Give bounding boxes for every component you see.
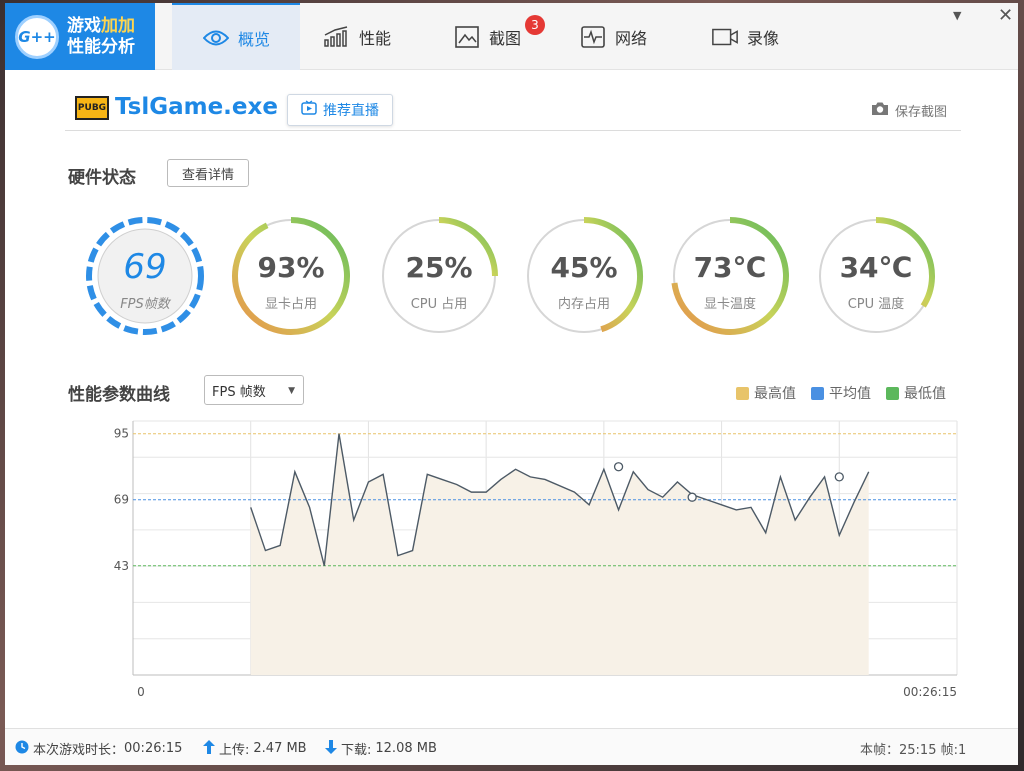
game-header: PUBG TslGame.exe 推荐直播 保存截图 bbox=[65, 91, 961, 131]
tab-screenshot[interactable]: 截图 bbox=[453, 3, 521, 70]
pulse-icon bbox=[579, 25, 607, 49]
tab-network-label: 网络 bbox=[615, 28, 648, 48]
legend-min-label: 最低值 bbox=[904, 386, 946, 402]
metric-select-value: FPS 帧数 bbox=[212, 384, 266, 400]
menu-dropdown-icon[interactable]: ▼ bbox=[953, 9, 961, 22]
arrow-down-icon bbox=[325, 739, 337, 758]
save-screenshot-button[interactable]: 保存截图 bbox=[871, 101, 947, 120]
fps-label: FPS帧数 bbox=[120, 297, 170, 312]
upload-value: 2.47 MB bbox=[253, 741, 307, 756]
x-tick-label-end: 00:26:15 bbox=[903, 685, 957, 699]
memory-usage-gauge: 45% 内存占用 bbox=[523, 215, 645, 337]
upload-stat: 上传: 2.47 MB bbox=[203, 739, 307, 758]
legend-avg: 平均值 bbox=[811, 383, 871, 403]
frame-info: 本帧：25:15 帧:1 bbox=[860, 743, 967, 758]
cpu-usage-label: CPU 占用 bbox=[410, 297, 468, 312]
arrow-up-icon bbox=[203, 739, 215, 758]
metric-select[interactable]: FPS 帧数 ▼ bbox=[204, 375, 304, 405]
x-tick-label-start: 0 bbox=[137, 685, 145, 699]
cpu-temp-gauge: 34℃ CPU 温度 bbox=[815, 215, 937, 337]
tab-recording[interactable]: 录像 bbox=[711, 3, 779, 70]
fps-line-chart: 95 69 43 0 00:26:15 bbox=[114, 420, 958, 699]
pubg-logo-icon: PUBG bbox=[75, 96, 109, 120]
app-window: G++ 游戏加加 性能分析 概览 性能 截图 3 网络 录像 ▼ ✕ PUBG … bbox=[5, 3, 1018, 765]
save-screenshot-label: 保存截图 bbox=[895, 105, 948, 120]
tab-overview[interactable]: 概览 bbox=[172, 3, 300, 70]
cpu-usage-value: 25% bbox=[405, 251, 473, 284]
logo-text: 游戏加加 性能分析 bbox=[67, 16, 135, 58]
eye-icon bbox=[202, 26, 230, 50]
hardware-status-title: 硬件状态 bbox=[68, 168, 136, 188]
app-logo: G++ 游戏加加 性能分析 bbox=[5, 3, 155, 70]
gpu-temp-label: 显卡温度 bbox=[703, 297, 756, 312]
logo-badge-icon: G++ bbox=[15, 14, 59, 59]
legend-avg-swatch bbox=[811, 386, 824, 400]
status-bar: 本次游戏时长： 00:26:15 上传: 2.47 MB 下载: 12.08 M… bbox=[5, 728, 1018, 765]
logo-line1-a: 游戏 bbox=[67, 15, 101, 36]
legend-min-swatch bbox=[886, 386, 899, 400]
clock-icon bbox=[15, 740, 29, 758]
data-marker bbox=[687, 492, 697, 502]
gpu-usage-value: 93% bbox=[257, 251, 325, 284]
data-marker bbox=[613, 462, 624, 472]
y-tick-label: 43 bbox=[114, 559, 129, 573]
cpu-temp-value: 34℃ bbox=[839, 251, 913, 284]
memory-usage-label: 内存占用 bbox=[557, 297, 610, 312]
y-tick-label: 95 bbox=[114, 427, 129, 441]
data-marker bbox=[834, 472, 844, 482]
tab-screenshot-label: 截图 bbox=[489, 28, 522, 48]
legend-avg-label: 平均值 bbox=[829, 386, 871, 402]
y-tick-label: 69 bbox=[114, 493, 129, 507]
legend-max: 最高值 bbox=[736, 383, 796, 403]
camera-icon bbox=[871, 101, 889, 120]
legend-max-label: 最高值 bbox=[754, 386, 796, 402]
recommend-live-button[interactable]: 推荐直播 bbox=[287, 94, 393, 126]
chart-legend: 最高值 平均值 最低值 bbox=[736, 383, 961, 403]
download-stat: 下载: 12.08 MB bbox=[325, 739, 437, 758]
cpu-temp-label: CPU 温度 bbox=[847, 297, 905, 312]
legend-max-swatch bbox=[736, 386, 749, 400]
video-camera-icon bbox=[711, 25, 739, 49]
gpu-usage-gauge: 93% 显卡占用 bbox=[230, 215, 352, 337]
play-time: 本次游戏时长： 00:26:15 bbox=[15, 739, 182, 758]
screenshot-count-badge: 3 bbox=[525, 15, 545, 35]
tv-icon bbox=[301, 100, 317, 120]
image-icon bbox=[453, 25, 481, 49]
close-icon[interactable]: ✕ bbox=[998, 5, 1013, 26]
chevron-down-icon: ▼ bbox=[288, 386, 295, 396]
bar-chart-icon bbox=[323, 25, 351, 49]
cpu-usage-gauge: 25% CPU 占用 bbox=[378, 215, 500, 337]
game-process-name: TslGame.exe bbox=[115, 94, 278, 120]
recommend-live-label: 推荐直播 bbox=[323, 103, 379, 119]
tab-recording-label: 录像 bbox=[747, 28, 780, 48]
logo-line1-b: 加加 bbox=[101, 15, 135, 36]
gpu-temp-value: 73℃ bbox=[693, 251, 767, 284]
play-time-label: 本次游戏时长： bbox=[33, 743, 125, 758]
fps-gauge: 69 FPS帧数 bbox=[84, 215, 206, 337]
fps-value: 69 bbox=[123, 247, 167, 287]
tab-network[interactable]: 网络 bbox=[579, 3, 647, 70]
gpu-temp-gauge: 73℃ 显卡温度 bbox=[669, 215, 791, 337]
download-label: 下载: bbox=[341, 743, 372, 758]
tab-performance[interactable]: 性能 bbox=[323, 3, 391, 70]
tab-overview-label: 概览 bbox=[237, 29, 270, 49]
view-details-button[interactable]: 查看详情 bbox=[167, 159, 249, 187]
gpu-usage-label: 显卡占用 bbox=[264, 297, 317, 312]
play-time-value: 00:26:15 bbox=[124, 741, 183, 756]
tab-performance-label: 性能 bbox=[359, 28, 392, 48]
performance-curve-title: 性能参数曲线 bbox=[68, 385, 170, 405]
fps-area bbox=[250, 433, 869, 675]
logo-line2: 性能分析 bbox=[67, 36, 135, 57]
upload-label: 上传: bbox=[219, 743, 250, 758]
memory-usage-value: 45% bbox=[550, 251, 618, 284]
title-bar: G++ 游戏加加 性能分析 概览 性能 截图 3 网络 录像 ▼ ✕ bbox=[5, 3, 1018, 70]
download-value: 12.08 MB bbox=[375, 741, 437, 756]
legend-min: 最低值 bbox=[886, 383, 946, 403]
